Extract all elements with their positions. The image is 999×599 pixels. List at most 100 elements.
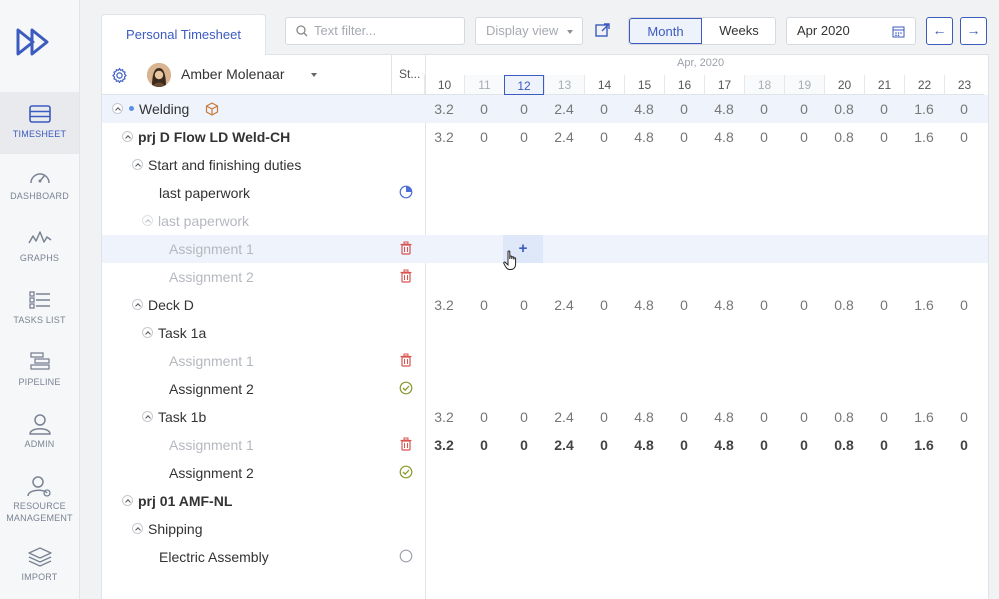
- search-input[interactable]: [314, 23, 459, 38]
- prev-period-button[interactable]: ←: [926, 17, 953, 45]
- hours-cell[interactable]: 1.6: [904, 101, 944, 117]
- hours-cell[interactable]: 0: [864, 437, 904, 453]
- day-header[interactable]: 17: [704, 75, 744, 95]
- collapse-toggle-icon[interactable]: [142, 411, 153, 422]
- hours-cell[interactable]: 0: [504, 437, 544, 453]
- hours-cell[interactable]: 4.8: [624, 437, 664, 453]
- hours-cell[interactable]: 0.8: [824, 409, 864, 425]
- gear-icon[interactable]: [111, 67, 128, 84]
- hours-cell[interactable]: 0: [944, 297, 984, 313]
- hours-cell[interactable]: 0: [504, 297, 544, 313]
- hours-cell[interactable]: 0: [744, 409, 784, 425]
- hours-cell[interactable]: 0: [944, 101, 984, 117]
- next-period-button[interactable]: →: [960, 17, 987, 45]
- timesheet-row[interactable]: Assignment 1 3.2 0 0 2.4 0 4.8 0 4.8 0 0 0.8 0 1.6 0: [102, 431, 988, 459]
- hours-cell[interactable]: 3.2: [424, 409, 464, 425]
- sidebar-item-graphs[interactable]: GRAPHS: [0, 216, 79, 278]
- hours-cell[interactable]: 4.8: [704, 297, 744, 313]
- day-header[interactable]: 18: [744, 75, 784, 95]
- hours-cell[interactable]: 0: [664, 409, 704, 425]
- timesheet-row[interactable]: Assignment 1 +: [102, 235, 988, 263]
- hours-cell[interactable]: 0: [784, 129, 824, 145]
- day-header[interactable]: 16: [664, 75, 704, 95]
- hours-cell[interactable]: 0: [664, 101, 704, 117]
- hours-cell[interactable]: 0: [504, 409, 544, 425]
- trash-icon[interactable]: [399, 353, 413, 367]
- hours-cell[interactable]: 0: [864, 297, 904, 313]
- sidebar-item-admin[interactable]: ADMIN: [0, 402, 79, 464]
- hours-cell[interactable]: 0: [504, 129, 544, 145]
- external-link-icon[interactable]: [594, 21, 612, 39]
- sidebar-item-pipeline[interactable]: PIPELINE: [0, 340, 79, 402]
- status-column-header[interactable]: St...: [399, 67, 420, 81]
- day-header[interactable]: 22: [904, 75, 944, 95]
- day-header[interactable]: 11: [464, 75, 504, 95]
- hours-cell[interactable]: 0: [584, 297, 624, 313]
- hours-cell[interactable]: 1.6: [904, 297, 944, 313]
- hours-cell[interactable]: 0: [944, 129, 984, 145]
- hours-cell[interactable]: 0: [584, 437, 624, 453]
- hours-cell[interactable]: 3.2: [424, 297, 464, 313]
- timesheet-row[interactable]: Assignment 1: [102, 347, 988, 375]
- hours-cell[interactable]: 0: [584, 129, 624, 145]
- hours-cell[interactable]: 1.6: [904, 437, 944, 453]
- hours-cell[interactable]: 0: [784, 437, 824, 453]
- timesheet-row[interactable]: Assignment 2: [102, 263, 988, 291]
- hours-cell[interactable]: 2.4: [544, 437, 584, 453]
- timesheet-row[interactable]: Task 1b 3.2 0 0 2.4 0 4.8 0 4.8 0 0 0.8 0 1.6 0: [102, 403, 988, 431]
- collapse-toggle-icon[interactable]: [132, 159, 143, 170]
- day-header[interactable]: 19: [784, 75, 824, 95]
- tab-personal-timesheet[interactable]: Personal Timesheet: [101, 14, 266, 55]
- hours-cell[interactable]: 0: [464, 437, 504, 453]
- weeks-button[interactable]: Weeks: [702, 18, 775, 44]
- hours-cell[interactable]: 0: [864, 101, 904, 117]
- hours-cell[interactable]: 0: [664, 437, 704, 453]
- day-header[interactable]: 14: [584, 75, 624, 95]
- hours-cell[interactable]: 0: [744, 437, 784, 453]
- hours-cell[interactable]: 0: [464, 129, 504, 145]
- display-view-select[interactable]: Display view: [475, 17, 583, 45]
- timesheet-row[interactable]: last paperwork: [102, 207, 988, 235]
- hours-cell[interactable]: 0: [864, 129, 904, 145]
- date-picker[interactable]: Apr 2020: [786, 17, 916, 45]
- timesheet-row[interactable]: last paperwork: [102, 179, 988, 207]
- collapse-toggle-icon[interactable]: [122, 131, 133, 142]
- day-header[interactable]: 13: [544, 75, 584, 95]
- hours-cell[interactable]: 0: [944, 409, 984, 425]
- hours-cell[interactable]: 2.4: [544, 129, 584, 145]
- hours-cell[interactable]: 2.4: [544, 101, 584, 117]
- collapse-toggle-icon[interactable]: [122, 495, 133, 506]
- hours-cell[interactable]: 1.6: [904, 409, 944, 425]
- hours-cell[interactable]: 0: [784, 409, 824, 425]
- timesheet-row[interactable]: Shipping: [102, 515, 988, 543]
- hours-cell[interactable]: 4.8: [624, 409, 664, 425]
- day-header[interactable]: 15: [624, 75, 664, 95]
- sidebar-item-dashboard[interactable]: DASHBOARD: [0, 154, 79, 216]
- timesheet-row[interactable]: Assignment 2: [102, 375, 988, 403]
- hours-cell[interactable]: 0: [504, 101, 544, 117]
- hours-cell[interactable]: 0: [464, 409, 504, 425]
- pie-chart-icon[interactable]: [399, 185, 413, 199]
- day-header[interactable]: 21: [864, 75, 904, 95]
- hours-cell[interactable]: 0.8: [824, 437, 864, 453]
- hours-cell[interactable]: 3.2: [424, 129, 464, 145]
- hours-cell[interactable]: 0: [584, 409, 624, 425]
- hours-cell[interactable]: 4.8: [624, 101, 664, 117]
- check-circle-icon[interactable]: [399, 381, 413, 395]
- timesheet-row[interactable]: prj D Flow LD Weld-CH 3.2 0 0 2.4 0 4.8 0 4.8 0 0 0…: [102, 123, 988, 151]
- sidebar-item-import[interactable]: IMPORT: [0, 535, 79, 597]
- timesheet-row[interactable]: Welding 3.2 0 0 2.4 0 4.8 0 4.8 0 0 0.8 0 1.6 0: [102, 95, 988, 123]
- timesheet-row[interactable]: Assignment 2: [102, 459, 988, 487]
- check-circle-icon[interactable]: [399, 465, 413, 479]
- user-name[interactable]: Amber Molenaar: [181, 66, 285, 82]
- hours-cell[interactable]: 0: [744, 297, 784, 313]
- hours-cell[interactable]: 4.8: [624, 297, 664, 313]
- hours-cell[interactable]: 4.8: [624, 129, 664, 145]
- hours-cell[interactable]: 4.8: [704, 101, 744, 117]
- empty-circle-icon[interactable]: [399, 549, 413, 563]
- day-header[interactable]: 20: [824, 75, 864, 95]
- column-divider[interactable]: [391, 55, 392, 95]
- hours-cell[interactable]: 0: [744, 101, 784, 117]
- collapse-toggle-icon[interactable]: [112, 103, 123, 114]
- timesheet-row[interactable]: Deck D 3.2 0 0 2.4 0 4.8 0 4.8 0 0 0.8 0 1.6 0: [102, 291, 988, 319]
